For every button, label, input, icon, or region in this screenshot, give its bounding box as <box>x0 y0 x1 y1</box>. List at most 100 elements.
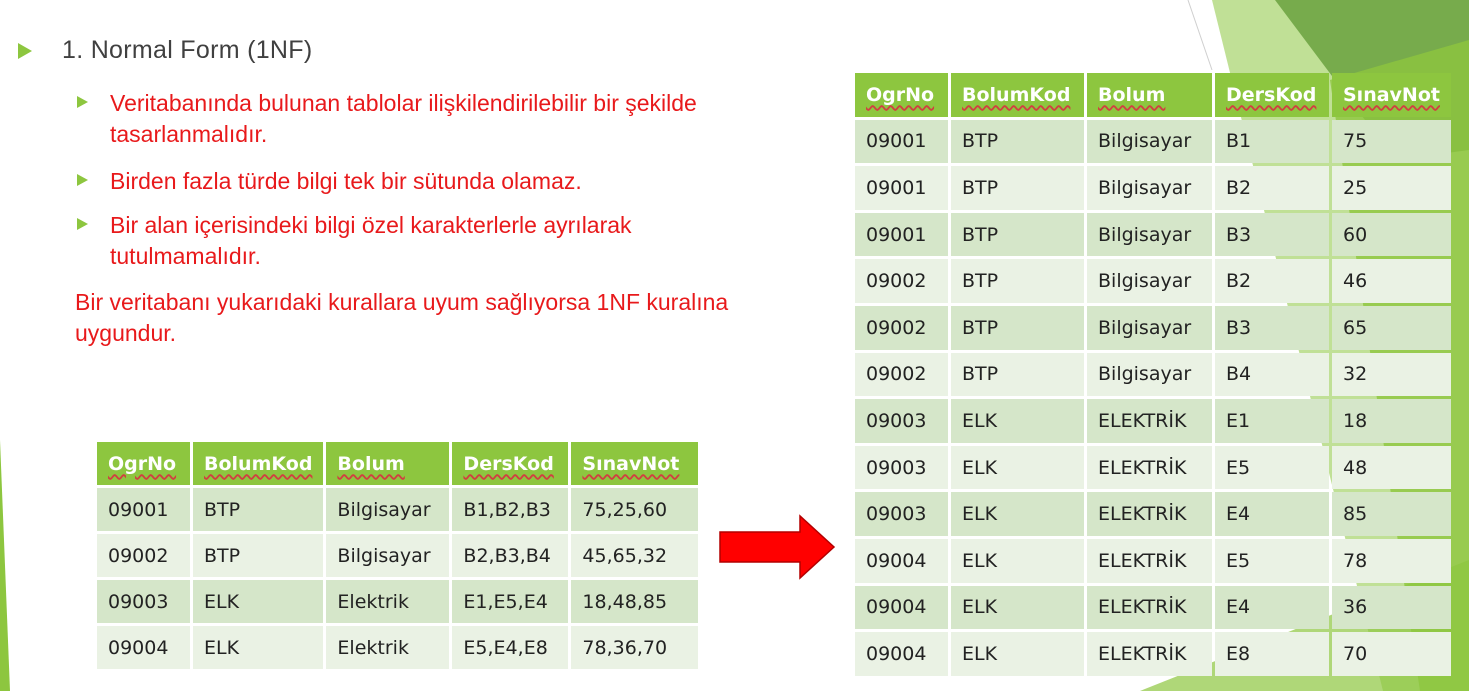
table-cell: ELEKTRİK <box>1087 585 1212 630</box>
rule-text: Veritabanında bulunan tablolar ilişkilen… <box>110 90 697 147</box>
table-cell: 09004 <box>855 585 948 630</box>
conclusion-text: Bir veritabanı yukarıdaki kurallara uyum… <box>75 289 729 346</box>
table-cell: B2,B3,B4 <box>452 534 569 577</box>
table-cell: B2 <box>1215 259 1329 303</box>
corner-line <box>1187 0 1213 71</box>
triangle-bullet-icon <box>18 42 32 59</box>
table-cell: ELEKTRİK <box>1087 538 1212 583</box>
table-cell: BTP <box>951 352 1084 397</box>
rule-text: Birden fazla türde bilgi tek bir sütunda… <box>110 168 582 194</box>
table-cell: 78 <box>1332 538 1451 583</box>
table-row: 09002 BTP Bilgisayar B3 65 <box>855 305 1451 350</box>
table-cell: BTP <box>951 259 1084 303</box>
table-cell: 09001 <box>855 166 948 210</box>
triangle-bullet-icon <box>77 174 88 186</box>
table-cell: E5,E4,E8 <box>452 626 569 669</box>
table-header-row: OgrNo BolumKod Bolum DersKod SınavNot <box>855 73 1451 117</box>
table-cell: 46 <box>1332 259 1451 303</box>
table-cell: B2 <box>1215 166 1329 210</box>
table-cell: 09002 <box>855 259 948 303</box>
table-cell: BTP <box>951 119 1084 164</box>
table-cell: BTP <box>951 166 1084 210</box>
table-cell: E1,E5,E4 <box>452 580 569 623</box>
table-cell: E8 <box>1215 632 1329 676</box>
normalized-table: OgrNo BolumKod Bolum DersKod SınavNot 09… <box>852 70 1454 679</box>
table-row: 09001 BTP Bilgisayar B1 75 <box>855 119 1451 164</box>
table-cell: 09003 <box>855 445 948 490</box>
table-cell: 75 <box>1332 119 1451 164</box>
slide-title: 1. Normal Form (1NF) <box>18 36 312 65</box>
column-header: Bolum <box>326 442 450 485</box>
triangle-bullet-icon <box>77 96 88 108</box>
column-header: DersKod <box>1215 73 1329 117</box>
table-row: 09003 ELK ELEKTRİK E5 48 <box>855 445 1451 490</box>
table-cell: E5 <box>1215 538 1329 583</box>
table-row: 09003 ELK ELEKTRİK E4 85 <box>855 492 1451 536</box>
column-header: SınavNot <box>1332 73 1451 117</box>
table-header-row: OgrNo BolumKod Bolum DersKod SınavNot <box>97 442 699 485</box>
table-cell: ELK <box>951 492 1084 536</box>
table-cell: 09002 <box>855 352 948 397</box>
table-cell: Bilgisayar <box>1087 119 1212 164</box>
table-cell: 18 <box>1332 399 1451 443</box>
table-cell: ELK <box>951 585 1084 630</box>
table-cell: 09004 <box>97 626 190 669</box>
table-row: 09003 ELK Elektrik E1,E5,E4 18,48,85 <box>97 580 699 623</box>
table-cell: 85 <box>1332 492 1451 536</box>
column-header: SınavNot <box>571 442 699 485</box>
table-cell: B1,B2,B3 <box>452 488 569 531</box>
table-cell: Bilgisayar <box>326 534 450 577</box>
column-header: OgrNo <box>97 442 190 485</box>
column-header: OgrNo <box>855 73 948 117</box>
column-header: Bolum <box>1087 73 1212 117</box>
table-cell: 60 <box>1332 212 1451 257</box>
table-cell: ELK <box>951 538 1084 583</box>
table-cell: 09003 <box>855 492 948 536</box>
table-cell: BTP <box>193 488 324 531</box>
table-cell: BTP <box>951 212 1084 257</box>
table-cell: 70 <box>1332 632 1451 676</box>
table-cell: E4 <box>1215 492 1329 536</box>
rule-bullet: Veritabanında bulunan tablolar ilişkilen… <box>77 88 737 150</box>
table-cell: 36 <box>1332 585 1451 630</box>
table-row: 09003 ELK ELEKTRİK E1 18 <box>855 399 1451 443</box>
left-edge-facet <box>0 440 10 691</box>
rule-text: Bir alan içerisindeki bilgi özel karakte… <box>110 212 632 269</box>
table-cell: ELK <box>951 445 1084 490</box>
table-cell: Bilgisayar <box>1087 166 1212 210</box>
table-cell: Bilgisayar <box>326 488 450 531</box>
table-cell: 48 <box>1332 445 1451 490</box>
table-cell: ELEKTRİK <box>1087 399 1212 443</box>
table-row: 09004 ELK ELEKTRİK E4 36 <box>855 585 1451 630</box>
table-row: 09002 BTP Bilgisayar B2 46 <box>855 259 1451 303</box>
table-cell: ELEKTRİK <box>1087 445 1212 490</box>
table-cell: 09001 <box>855 212 948 257</box>
table-row: 09004 ELK Elektrik E5,E4,E8 78,36,70 <box>97 626 699 669</box>
table-row: 09002 BTP Bilgisayar B2,B3,B4 45,65,32 <box>97 534 699 577</box>
table-cell: Bilgisayar <box>1087 212 1212 257</box>
table-row: 09002 BTP Bilgisayar B4 32 <box>855 352 1451 397</box>
unnormalized-table: OgrNo BolumKod Bolum DersKod SınavNot 09… <box>94 439 701 672</box>
table-cell: 09002 <box>855 305 948 350</box>
table-row: 09004 ELK ELEKTRİK E5 78 <box>855 538 1451 583</box>
table-cell: Bilgisayar <box>1087 259 1212 303</box>
right-arrow-icon <box>719 514 836 580</box>
table-cell: ELK <box>193 580 324 623</box>
table-cell: 09003 <box>97 580 190 623</box>
table-cell: 09001 <box>97 488 190 531</box>
column-header: BolumKod <box>951 73 1084 117</box>
column-header: DersKod <box>452 442 569 485</box>
table-cell: B3 <box>1215 305 1329 350</box>
table-cell: ELK <box>951 632 1084 676</box>
table-cell: BTP <box>193 534 324 577</box>
table-cell: B1 <box>1215 119 1329 164</box>
table-cell: 65 <box>1332 305 1451 350</box>
rule-bullet: Birden fazla türde bilgi tek bir sütunda… <box>77 166 757 197</box>
table-row: 09001 BTP Bilgisayar B3 60 <box>855 212 1451 257</box>
table-cell: BTP <box>951 305 1084 350</box>
table-cell: 75,25,60 <box>571 488 699 531</box>
table-row: 09001 BTP Bilgisayar B2 25 <box>855 166 1451 210</box>
table-cell: 78,36,70 <box>571 626 699 669</box>
title-text: 1. Normal Form (1NF) <box>62 36 313 64</box>
table-cell: ELEKTRİK <box>1087 632 1212 676</box>
